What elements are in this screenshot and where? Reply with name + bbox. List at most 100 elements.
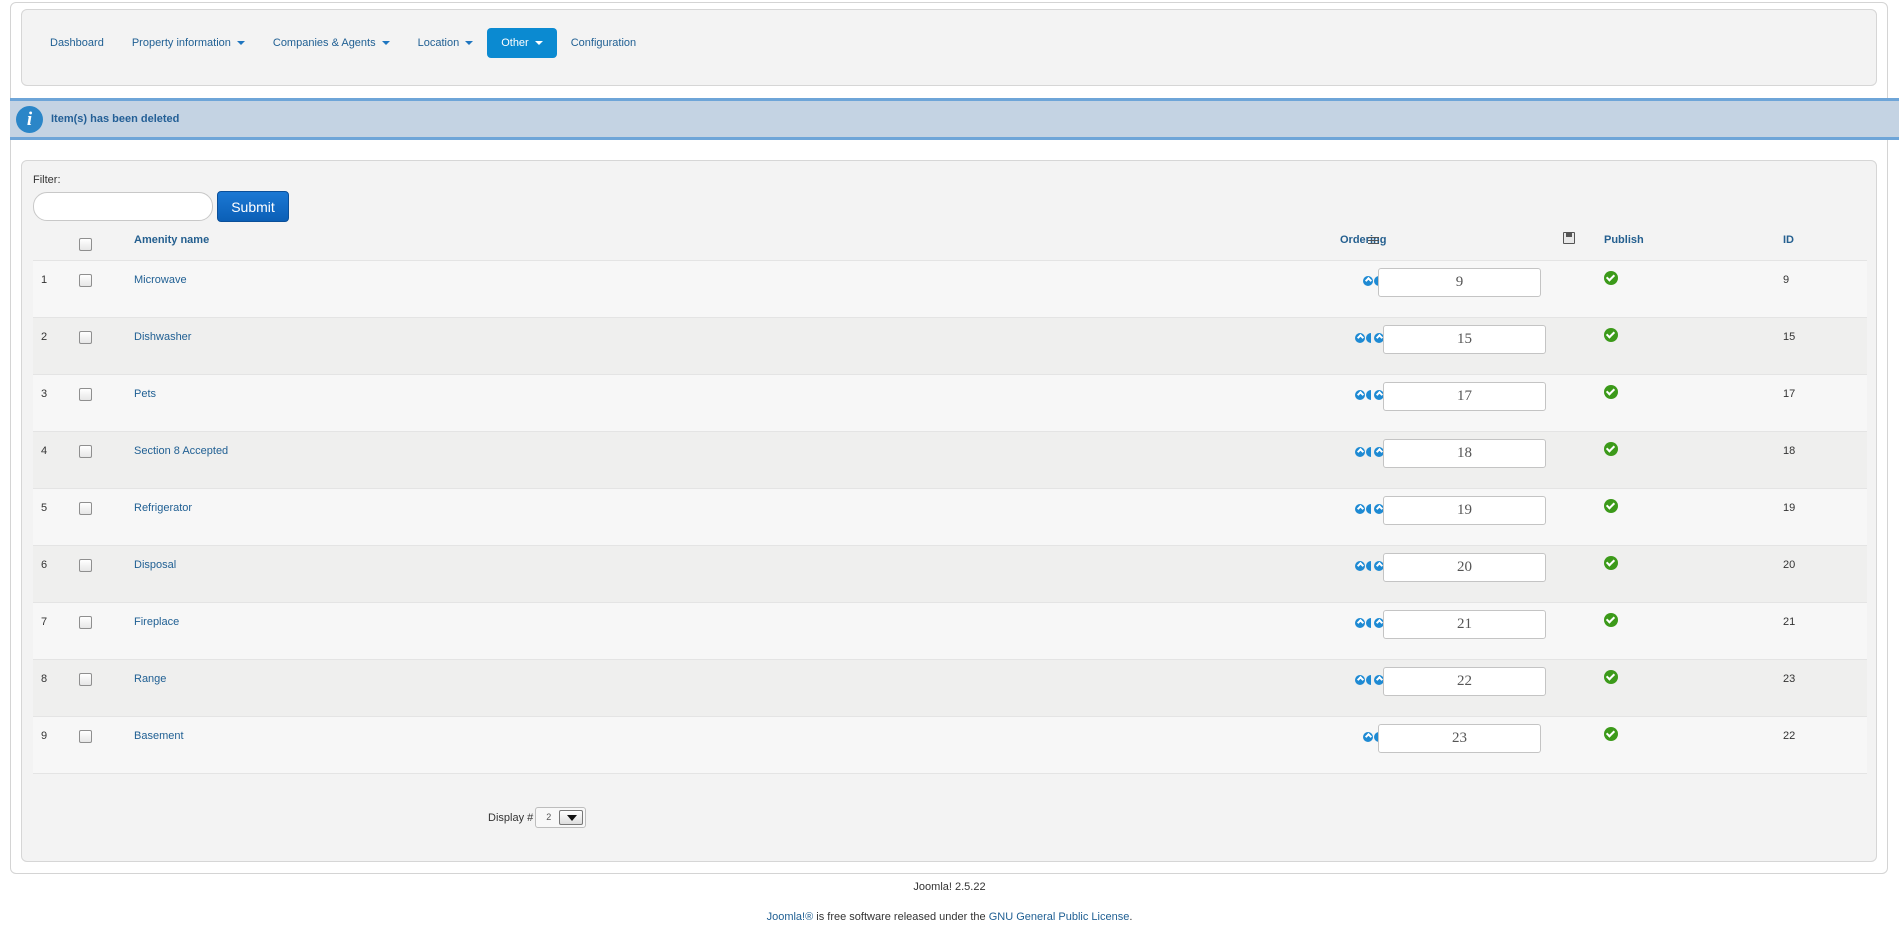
version-text: Joomla! 2.5.22 [913,881,986,893]
ordering-input[interactable] [1378,268,1541,297]
row-checkbox[interactable] [79,730,92,743]
move-up-icon[interactable] [1355,333,1365,343]
ordering-input[interactable] [1383,325,1546,354]
caret-down-icon [381,41,390,46]
nav-item-companies-agents[interactable]: Companies & Agents [259,28,404,58]
display-select[interactable]: 2 [535,807,587,828]
row-number: 1 [41,274,48,286]
gpl-link[interactable]: GNU General Public License [989,911,1130,923]
filter-input[interactable] [33,192,213,221]
table-row: 5 Refrigerator 19 [33,489,1867,546]
select-all-checkbox[interactable] [79,238,92,251]
published-check-icon[interactable] [1604,499,1618,513]
amenity-name-link[interactable]: Section 8 Accepted [134,445,228,457]
table-row: 4 Section 8 Accepted 18 [33,432,1867,489]
amenity-name-link[interactable]: Pets [134,388,156,400]
table-row: 2 Dishwasher 15 [33,318,1867,375]
published-check-icon[interactable] [1604,442,1618,456]
nav-item-label: Other [501,37,529,49]
table-row: 3 Pets 17 [33,375,1867,432]
amenity-name-link[interactable]: Range [134,673,166,685]
ordering-input[interactable] [1383,553,1546,582]
amenity-name-link[interactable]: Microwave [134,274,187,286]
move-up-icon[interactable] [1355,618,1365,628]
row-number: 7 [41,616,48,628]
row-number: 2 [41,331,48,343]
ordering-input[interactable] [1383,496,1546,525]
row-checkbox[interactable] [79,616,92,629]
message-text: Item(s) has been deleted [51,113,180,125]
chevron-down-icon[interactable] [559,810,584,825]
row-checkbox[interactable] [79,331,92,344]
nav-item-label: Companies & Agents [272,37,376,49]
published-check-icon[interactable] [1604,670,1618,684]
row-checkbox[interactable] [79,388,92,401]
move-up-icon[interactable] [1355,504,1365,514]
amenity-name-header[interactable]: Amenity name [134,234,209,246]
row-id: 18 [1783,445,1796,457]
caret-down-icon [465,41,474,46]
sort-order-icon[interactable] [1368,237,1379,246]
nav-item-configuration[interactable]: Configuration [557,28,650,58]
move-up-icon[interactable] [1355,447,1365,457]
table-body: 1 Microwave 9 2 Dishwasher 15 3 Pets 17 4 Section … [33,261,1867,774]
row-checkbox[interactable] [79,502,92,515]
publish-header[interactable]: Publish [1604,234,1644,246]
nav-item-other[interactable]: Other [487,28,557,58]
move-up-icon[interactable] [1355,675,1365,685]
ordering-input[interactable] [1383,439,1546,468]
move-icon[interactable] [1363,276,1373,286]
display-value: 2 [546,812,552,822]
move-up-icon-edge [1366,561,1371,571]
id-header[interactable]: ID [1783,234,1794,246]
system-message: i Item(s) has been deleted [10,98,1899,140]
published-check-icon[interactable] [1604,328,1618,342]
license-text: Joomla!® is free software released under… [0,911,1899,923]
amenity-name-link[interactable]: Dishwasher [134,331,191,343]
nav-item-label: Dashboard [50,37,104,49]
row-id: 20 [1783,559,1796,571]
row-checkbox[interactable] [79,274,92,287]
nav-item-location[interactable]: Location [404,28,488,58]
published-check-icon[interactable] [1604,385,1618,399]
move-up-icon[interactable] [1355,561,1365,571]
move-up-icon[interactable] [1355,390,1365,400]
nav-item-property-information[interactable]: Property information [118,28,259,58]
amenity-name-link[interactable]: Disposal [134,559,176,571]
row-number: 4 [41,445,48,457]
table-header: Amenity name Ordering Publish ID [33,226,1867,261]
move-up-icon-edge [1366,333,1371,343]
amenity-name-link[interactable]: Fireplace [134,616,179,628]
row-number: 5 [41,502,48,514]
amenities-panel: Filter: Submit Amenity name Ordering Pub… [21,160,1877,862]
row-id: 23 [1783,673,1796,685]
filter-label: Filter: [33,174,61,186]
ordering-input[interactable] [1378,724,1541,753]
amenities-table: Amenity name Ordering Publish ID 1 Microw… [33,226,1867,774]
published-check-icon[interactable] [1604,727,1618,741]
row-checkbox[interactable] [79,673,92,686]
table-row: 1 Microwave 9 [33,261,1867,318]
nav-item-label: Location [417,37,460,49]
amenity-name-link[interactable]: Basement [134,730,184,742]
pagination: Display # 2 [488,807,587,828]
ordering-input[interactable] [1383,382,1546,411]
amenity-name-link[interactable]: Refrigerator [134,502,192,514]
submit-button[interactable]: Submit [217,191,289,222]
published-check-icon[interactable] [1604,556,1618,570]
row-checkbox[interactable] [79,559,92,572]
row-number: 8 [41,673,48,685]
joomla-link[interactable]: Joomla!® [767,911,814,923]
move-icon[interactable] [1363,732,1373,742]
move-up-icon-edge [1366,447,1371,457]
published-check-icon[interactable] [1604,613,1618,627]
nav-item-dashboard[interactable]: Dashboard [36,28,118,58]
published-check-icon[interactable] [1604,271,1618,285]
ordering-input[interactable] [1383,667,1546,696]
row-checkbox[interactable] [79,445,92,458]
table-row: 7 Fireplace 21 [33,603,1867,660]
ordering-header[interactable]: Ordering [1340,234,1386,246]
ordering-input[interactable] [1383,610,1546,639]
save-order-icon[interactable] [1563,232,1575,244]
nav-item-label: Property information [131,37,231,49]
